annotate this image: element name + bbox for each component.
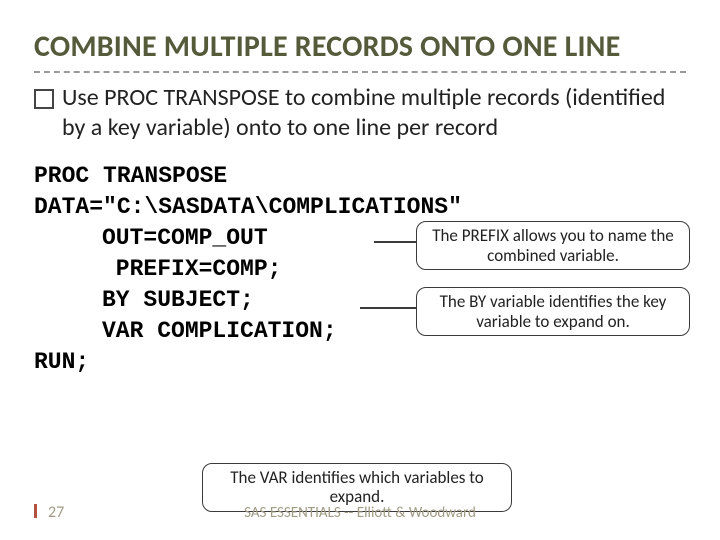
callout-connector-1 [374, 241, 416, 243]
callout-connector-2 [360, 307, 416, 309]
code-line-1: PROC TRANSPOSE [34, 161, 686, 192]
bullet-item: Use PROC TRANSPOSE to combine multiple r… [34, 83, 686, 143]
footer-text: SAS ESSENTIALS -- Elliott & Woodward [0, 504, 720, 522]
slide: COMBINE MULTIPLE RECORDS ONTO ONE LINE U… [0, 0, 720, 540]
code-line-7: RUN; [34, 347, 686, 378]
bullet-text: Use PROC TRANSPOSE to combine multiple r… [62, 83, 686, 143]
title-underline [34, 71, 686, 73]
code-block: PROC TRANSPOSE DATA="C:\SASDATA\COMPLICA… [34, 161, 686, 378]
code-line-2: DATA="C:\SASDATA\COMPLICATIONS" [34, 192, 686, 223]
page-title: COMBINE MULTIPLE RECORDS ONTO ONE LINE [34, 28, 686, 65]
callout-by: The BY variable identifies the key varia… [416, 287, 690, 336]
callout-prefix: The PREFIX allows you to name the combin… [416, 221, 690, 270]
footer: 27 SAS ESSENTIALS -- Elliott & Woodward [0, 494, 720, 522]
square-bullet-icon [34, 89, 54, 109]
